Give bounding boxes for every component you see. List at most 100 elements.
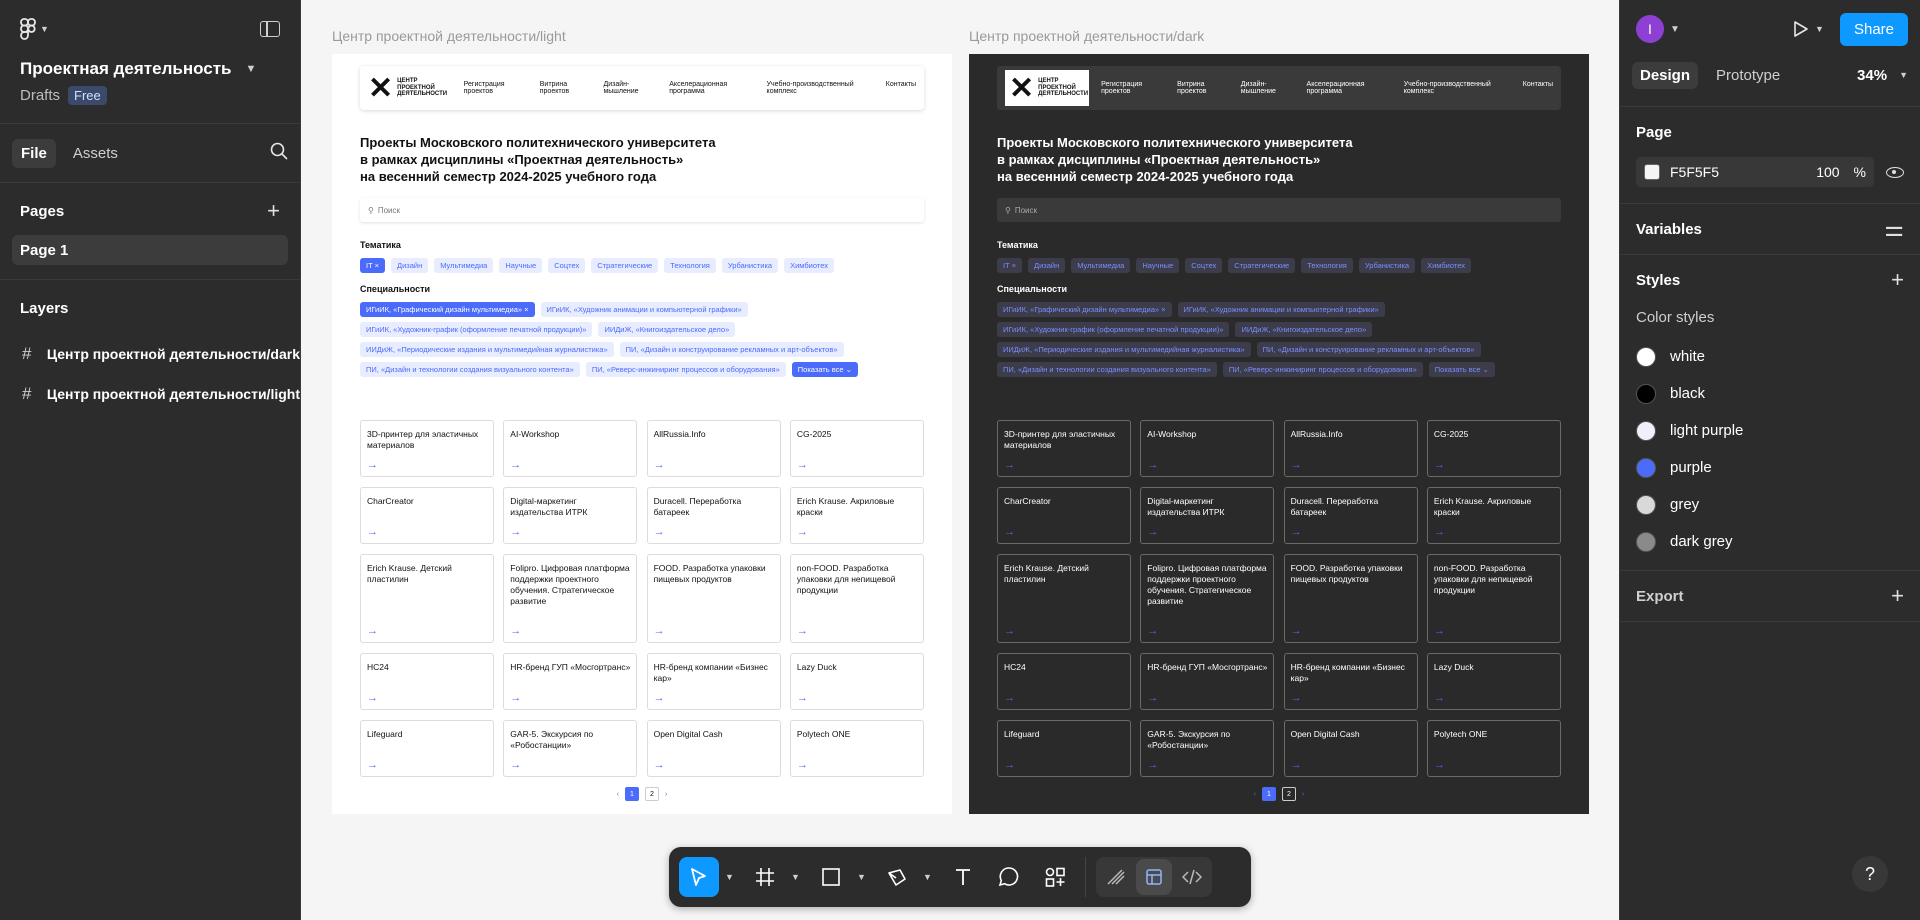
main-menu-button[interactable]: ▼ [20, 18, 49, 40]
tab-prototype[interactable]: Prototype [1708, 62, 1788, 89]
page-opacity[interactable]: 100 [1816, 164, 1839, 180]
project-card[interactable]: Open Digital Cash → [646, 720, 781, 777]
specialty-chip[interactable]: ИГиИК, «Художник-график (оформление печа… [360, 322, 593, 337]
color-style-item[interactable]: light purple [1636, 412, 1904, 449]
project-card[interactable]: AI-Workshop → [1140, 420, 1275, 477]
project-card[interactable]: non-FOOD. Разработка упаковки для непище… [789, 554, 924, 643]
site-logo[interactable]: ✕ ЦЕНТР ПРОЕКТНОЙ ДЕЯТЕЛЬНОСТИ [368, 70, 452, 106]
topic-chip[interactable]: Научные [1136, 258, 1180, 273]
frame-label[interactable]: Центр проектной деятельности/dark [969, 28, 1204, 44]
layer-item-light[interactable]: # Центр проектной деятельности/light [0, 374, 300, 414]
color-style-item[interactable]: dark grey [1636, 523, 1904, 560]
project-card[interactable]: Folipro. Цифровая платформа поддержки пр… [1140, 554, 1275, 643]
project-card[interactable]: AI-Workshop → [503, 420, 638, 477]
project-card[interactable]: GAR-5. Экскурсия по «Робостанции» → [503, 720, 638, 777]
project-card[interactable]: AllRussia.Info → [646, 420, 781, 477]
topic-chip[interactable]: Дизайн [1028, 258, 1066, 273]
specialty-chip[interactable]: ПИ, «Дизайн и технологии создания визуал… [360, 362, 580, 377]
topic-chip[interactable]: Мультимедиа [1071, 258, 1131, 273]
page-number-button[interactable]: 2 [1282, 787, 1296, 801]
site-nav-link[interactable]: Витрина проектов [1177, 81, 1231, 95]
specialty-chip[interactable]: ИИДиЖ, «Периодические издания и мультиме… [360, 342, 614, 357]
page-item[interactable]: Page 1 [12, 235, 288, 265]
zoom-menu[interactable]: 34% ▼ [1857, 67, 1908, 84]
add-export-icon[interactable]: + [1891, 583, 1904, 609]
project-card[interactable]: Duracell. Переработка батареек → [1283, 487, 1418, 544]
page-color-field[interactable]: F5F5F5 100 % [1636, 157, 1874, 187]
project-card[interactable]: CharCreator → [997, 487, 1131, 544]
tab-assets[interactable]: Assets [64, 139, 127, 168]
add-page-icon[interactable]: + [267, 198, 280, 224]
project-card[interactable]: 3D-принтер для эластичных материалов → [997, 420, 1131, 477]
project-card[interactable]: Erich Krause. Акриловые краски → [1426, 487, 1561, 544]
project-card[interactable]: CharCreator → [360, 487, 494, 544]
site-nav-link[interactable]: Учебно-производственный комплекс [767, 81, 876, 95]
project-card[interactable]: Folipro. Цифровая платформа поддержки пр… [503, 554, 638, 643]
specialty-chip[interactable]: ИГиИК, «Художник анимации и компьютерной… [1177, 302, 1385, 317]
move-tool[interactable] [679, 857, 719, 897]
sidebar-toggle-icon[interactable] [260, 21, 280, 37]
project-card[interactable]: Lazy Duck → [1426, 653, 1561, 710]
user-menu[interactable]: I ▼ [1636, 15, 1680, 43]
project-card[interactable]: FOOD. Разработка упаковки пищевых продук… [646, 554, 781, 643]
dev-mode-icon[interactable] [1174, 859, 1210, 895]
topic-chip[interactable]: Урбанистика [721, 258, 779, 273]
topic-chip[interactable]: Стратегические [1228, 258, 1296, 273]
project-card[interactable]: Erich Krause. Акриловые краски → [789, 487, 924, 544]
page-number-button[interactable]: 2 [645, 787, 659, 801]
frame-tool[interactable] [745, 857, 785, 897]
project-card[interactable]: non-FOOD. Разработка упаковки для непище… [1426, 554, 1561, 643]
layer-item-dark[interactable]: # Центр проектной деятельности/dark [0, 334, 300, 374]
topic-chip[interactable]: Соцтех [1185, 258, 1223, 273]
project-card[interactable]: CG-2025 → [789, 420, 924, 477]
frame-dark[interactable]: ✕ ЦЕНТР ПРОЕКТНОЙ ДЕЯТЕЛЬНОСТИ Регистраци… [969, 54, 1589, 814]
site-nav-link[interactable]: Дизайн-мышление [1241, 81, 1297, 95]
specialty-chip[interactable]: Показать все ⌄ [791, 362, 858, 377]
project-card[interactable]: Digital-маркетинг издательства ИТРК → [1140, 487, 1275, 544]
site-nav-link[interactable]: Акселерационная программа [669, 81, 756, 95]
specialty-chip[interactable]: ПИ, «Реверс-инжиниринг процессов и обору… [585, 362, 786, 377]
chevron-right-icon[interactable]: › [1302, 791, 1304, 798]
design-mode-icon[interactable] [1136, 859, 1172, 895]
present-button[interactable]: ▼ [1793, 20, 1824, 38]
help-button[interactable]: ? [1852, 856, 1888, 892]
topic-chip[interactable]: Мультимедиа [434, 258, 494, 273]
specialty-chip[interactable]: ПИ, «Дизайн и конструирование рекламных … [1256, 342, 1481, 357]
site-nav-link[interactable]: Регистрация проектов [1101, 81, 1167, 95]
project-card[interactable]: Polytech ONE → [789, 720, 924, 777]
site-nav-link[interactable]: Витрина проектов [540, 81, 594, 95]
color-style-item[interactable]: grey [1636, 486, 1904, 523]
specialty-chip[interactable]: ИИДиЖ, «Книгоиздательское дело» [598, 322, 736, 337]
specialty-chip[interactable]: ИИДиЖ, «Книгоиздательское дело» [1235, 322, 1373, 337]
topic-chip[interactable]: Технология [1301, 258, 1353, 273]
specialty-chip[interactable]: ИГиИК, «Графический дизайн мультимедиа» … [360, 302, 535, 317]
topic-chip[interactable]: Химбиотех [784, 258, 834, 273]
site-nav-link[interactable]: Акселерационная программа [1307, 81, 1394, 95]
specialty-chip[interactable]: ПИ, «Дизайн и технологии создания визуал… [997, 362, 1217, 377]
project-card[interactable]: Duracell. Переработка батареек → [646, 487, 781, 544]
chevron-down-icon[interactable]: ▼ [791, 872, 805, 882]
topic-chip[interactable]: Научные [499, 258, 543, 273]
project-card[interactable]: FOOD. Разработка упаковки пищевых продук… [1283, 554, 1418, 643]
canvas[interactable]: Центр проектной деятельности/light ✕ ЦЕНТ… [301, 0, 1619, 920]
topic-chip[interactable]: Соцтех [548, 258, 586, 273]
share-button[interactable]: Share [1839, 12, 1908, 46]
project-card[interactable]: HR-бренд компании «Бизнес кар» → [1283, 653, 1418, 710]
topic-chip[interactable]: Дизайн [391, 258, 429, 273]
project-card[interactable]: Erich Krause. Детский пластилин → [360, 554, 494, 643]
frame-label[interactable]: Центр проектной деятельности/light [332, 28, 566, 44]
chevron-down-icon[interactable]: ▼ [923, 872, 937, 882]
specialty-chip[interactable]: Показать все ⌄ [1428, 362, 1495, 377]
project-card[interactable]: HR-бренд ГУП «Мосгортранс» → [1140, 653, 1275, 710]
tab-design[interactable]: Design [1632, 61, 1699, 89]
topic-chip[interactable]: Технология [664, 258, 716, 273]
add-style-icon[interactable]: + [1891, 267, 1904, 293]
page-number-button[interactable]: 1 [1262, 787, 1276, 801]
project-card[interactable]: 3D-принтер для эластичных материалов → [360, 420, 494, 477]
project-card[interactable]: AllRussia.Info → [1283, 420, 1418, 477]
project-card[interactable]: HC24 → [997, 653, 1131, 710]
specialty-chip[interactable]: ИИДиЖ, «Периодические издания и мультиме… [997, 342, 1251, 357]
draw-mode-icon[interactable] [1098, 859, 1134, 895]
shape-tool[interactable] [811, 857, 851, 897]
site-nav-link[interactable]: Контакты [1523, 81, 1553, 95]
